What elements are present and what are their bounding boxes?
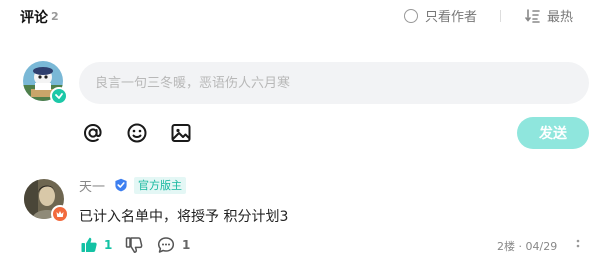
verified-badge-icon: [50, 87, 68, 105]
thumbs-down-icon: [125, 237, 143, 253]
comments-count: 2: [51, 10, 59, 23]
send-button[interactable]: 发送: [517, 117, 589, 149]
comment-input-box[interactable]: [79, 62, 589, 104]
moderator-badge-icon: [51, 205, 69, 223]
role-badge: 官方版主: [134, 177, 186, 194]
verified-icon: [115, 178, 127, 192]
comments-header: 评论 2 只看作者 最热: [0, 0, 590, 34]
only-author-label: 只看作者: [425, 10, 478, 25]
radio-icon[interactable]: [404, 8, 418, 23]
emoji-icon[interactable]: [126, 122, 148, 144]
comment-content: 已计入名单中，将授予 积分计划3: [79, 209, 289, 225]
image-icon[interactable]: [170, 122, 192, 144]
thumbs-up-icon: [81, 237, 97, 252]
reply-count: 1: [182, 238, 191, 252]
current-user-avatar[interactable]: [23, 61, 68, 105]
comment-floor-date: 2楼 · 04/29: [497, 240, 558, 253]
comment-username[interactable]: 天一: [79, 176, 105, 195]
commenter-avatar[interactable]: [24, 179, 70, 225]
only-author-toggle[interactable]: 只看作者: [404, 6, 477, 25]
dislike-button[interactable]: [125, 236, 143, 258]
more-options-icon[interactable]: [575, 238, 581, 252]
sort-icon: [525, 8, 540, 23]
comment-input[interactable]: [79, 62, 589, 104]
header-divider: [500, 10, 501, 22]
comment-bubble-icon: [157, 237, 175, 253]
mention-icon[interactable]: [82, 122, 104, 144]
reply-button[interactable]: 1: [157, 236, 190, 254]
like-button[interactable]: 1: [80, 236, 112, 254]
sort-hot-button[interactable]: 最热: [525, 6, 573, 25]
sort-label: 最热: [547, 10, 574, 25]
like-count: 1: [104, 238, 113, 252]
comments-title: 评论: [20, 10, 48, 26]
